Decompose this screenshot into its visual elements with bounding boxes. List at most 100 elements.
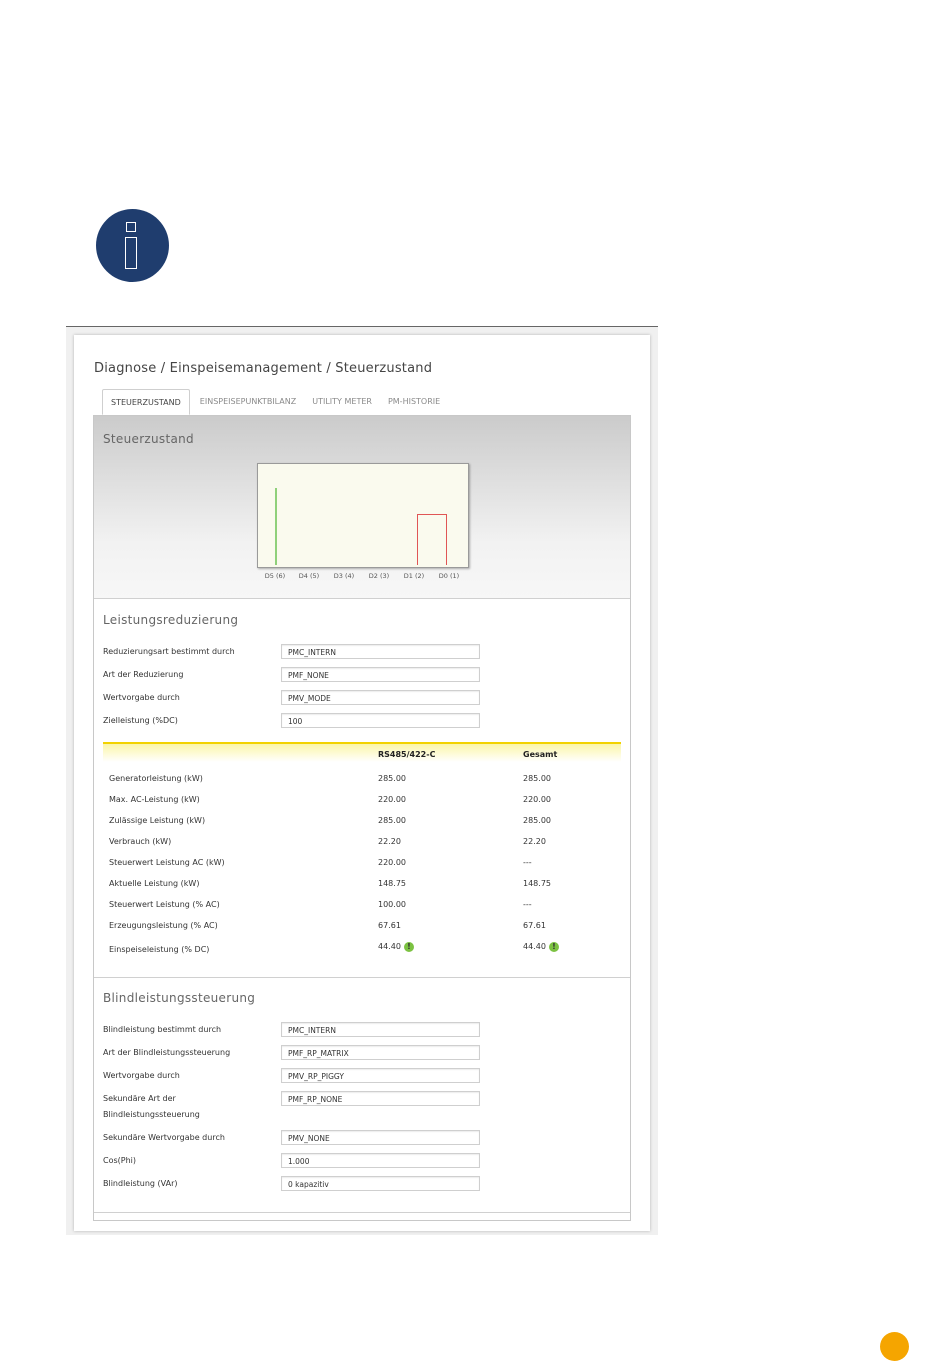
cell-value: 44.40 xyxy=(378,942,401,951)
section-title-blindleistungssteuerung: Blindleistungssteuerung xyxy=(103,991,256,1005)
field-label: Sekundäre Wertvorgabe durch xyxy=(103,1133,225,1142)
chart-bar-d5 xyxy=(275,488,277,565)
row-label: Generatorleistung (kW) xyxy=(109,774,203,783)
field-label: Art der Blindleistungssteuerung xyxy=(103,1048,231,1057)
table-row: Max. AC-Leistung (kW) 220.00 220.00 xyxy=(103,795,621,811)
art-der-reduzierung-field[interactable]: PMF_NONE xyxy=(281,667,480,682)
info-icon-bar xyxy=(125,237,137,269)
cell-value: 67.61 xyxy=(523,921,546,930)
wertvorgabe-blind-field[interactable]: PMV_RP_PIGGY xyxy=(281,1068,480,1083)
table-row: Einspeiseleistung (% DC) 44.40! 44.40! xyxy=(103,942,621,958)
cell-value-with-status: 44.40! xyxy=(378,942,414,952)
blindleistung-bestimmt-field[interactable]: PMC_INTERN xyxy=(281,1022,480,1037)
sekundaere-art-field[interactable]: PMF_RP_NONE xyxy=(281,1091,480,1106)
section-title-leistungsreduzierung: Leistungsreduzierung xyxy=(103,613,239,627)
wertvorgabe-field[interactable]: PMV_MODE xyxy=(281,690,480,705)
x-tick-label: D5 (6) xyxy=(264,572,286,580)
cell-value: 148.75 xyxy=(378,879,406,888)
reduction-row: Wertvorgabe durch PMV_MODE xyxy=(103,690,623,707)
cell-value: 100.00 xyxy=(378,900,406,909)
reactive-row: Wertvorgabe durch PMV_RP_PIGGY xyxy=(103,1068,623,1085)
tab-einspeisepunktbilanz[interactable]: EINSPEISEPUNKTBILANZ xyxy=(192,389,304,415)
art-blindleistungssteuerung-field[interactable]: PMF_RP_MATRIX xyxy=(281,1045,480,1060)
chart-bar-d1-d0 xyxy=(417,514,447,565)
cell-value: 220.00 xyxy=(378,795,406,804)
reactive-row: Art der Blindleistungssteuerung PMF_RP_M… xyxy=(103,1045,623,1062)
row-label: Zulässige Leistung (kW) xyxy=(109,816,206,825)
row-label: Steuerwert Leistung AC (kW) xyxy=(109,858,225,867)
reduction-row: Art der Reduzierung PMF_NONE xyxy=(103,667,623,684)
reactive-row: Sekundäre Art der Blindleistungssteuerun… xyxy=(103,1091,623,1123)
x-tick-label: D0 (1) xyxy=(438,572,460,580)
cell-value: 44.40 xyxy=(523,942,546,951)
sekundaere-wertvorgabe-field[interactable]: PMV_NONE xyxy=(281,1130,480,1145)
tab-pm-historie[interactable]: PM-HISTORIE xyxy=(380,389,448,415)
status-ok-icon: ! xyxy=(548,942,559,952)
reactive-row: Cos(Phi) 1.000 xyxy=(103,1153,623,1170)
row-label: Verbrauch (kW) xyxy=(109,837,172,846)
table-row: Steuerwert Leistung AC (kW) 220.00 --- xyxy=(103,858,621,874)
tab-utility-meter[interactable]: UTILITY METER xyxy=(304,389,380,415)
cell-value: 285.00 xyxy=(523,816,551,825)
cell-value: 220.00 xyxy=(378,858,406,867)
tab-steuerzustand[interactable]: STEUERZUSTAND xyxy=(102,389,190,415)
x-tick-label: D1 (2) xyxy=(403,572,425,580)
breadcrumb: Diagnose / Einspeisemanagement / Steuerz… xyxy=(94,361,433,376)
x-tick-label: D4 (5) xyxy=(298,572,320,580)
cell-value: 67.61 xyxy=(378,921,401,930)
cos-phi-field[interactable]: 1.000 xyxy=(281,1153,480,1168)
table-row: Verbrauch (kW) 22.20 22.20 xyxy=(103,837,621,853)
cell-value: 22.20 xyxy=(378,837,401,846)
table-row: Zulässige Leistung (kW) 285.00 285.00 xyxy=(103,816,621,832)
cell-value: 148.75 xyxy=(523,879,551,888)
section-title-steuerzustand: Steuerzustand xyxy=(103,432,194,446)
steuerzustand-section: Steuerzustand D5 (6) D4 (5) D3 (4) D2 (3… xyxy=(94,416,630,599)
cell-value: 285.00 xyxy=(523,774,551,783)
info-icon-dot xyxy=(126,222,136,232)
cell-value: 22.20 xyxy=(523,837,546,846)
row-label: Erzeugungsleistung (% AC) xyxy=(109,921,218,930)
table-header: RS485/422-C Gesamt xyxy=(103,742,621,762)
reduzierungsart-field[interactable]: PMC_INTERN xyxy=(281,644,480,659)
column-header-gesamt: Gesamt xyxy=(523,750,558,759)
page-marker-dot xyxy=(880,1332,909,1361)
field-label: Sekundäre Art der xyxy=(103,1094,176,1103)
reactive-row: Sekundäre Wertvorgabe durch PMV_NONE xyxy=(103,1130,623,1147)
row-label: Aktuelle Leistung (kW) xyxy=(109,879,200,888)
reactive-row: Blindleistung bestimmt durch PMC_INTERN xyxy=(103,1022,623,1039)
field-label: Wertvorgabe durch xyxy=(103,1071,180,1080)
app-panel: Diagnose / Einspeisemanagement / Steuerz… xyxy=(74,335,650,1231)
status-ok-icon: ! xyxy=(403,942,414,952)
reduction-row: Reduzierungsart bestimmt durch PMC_INTER… xyxy=(103,644,623,661)
row-label: Max. AC-Leistung (kW) xyxy=(109,795,200,804)
info-icon xyxy=(96,209,169,282)
x-tick-label: D2 (3) xyxy=(368,572,390,580)
field-label: Art der Reduzierung xyxy=(103,670,184,679)
section-divider xyxy=(94,977,630,978)
cell-value: --- xyxy=(523,858,532,867)
x-tick-label: D3 (4) xyxy=(333,572,355,580)
cell-value: 285.00 xyxy=(378,816,406,825)
tab-bar: STEUERZUSTAND EINSPEISEPUNKTBILANZ UTILI… xyxy=(102,389,448,415)
field-label-line2: Blindleistungssteuerung xyxy=(103,1110,200,1119)
reactive-row: Blindleistung (VAr) 0 kapazitiv xyxy=(103,1176,623,1193)
state-chart xyxy=(257,463,469,568)
column-header-rs485: RS485/422-C xyxy=(378,750,436,759)
field-label: Blindleistung (VAr) xyxy=(103,1179,178,1188)
section-divider xyxy=(94,1212,630,1213)
cell-value: --- xyxy=(523,900,532,909)
table-row: Generatorleistung (kW) 285.00 285.00 xyxy=(103,774,621,790)
field-label: Blindleistung bestimmt durch xyxy=(103,1025,222,1034)
table-row: Erzeugungsleistung (% AC) 67.61 67.61 xyxy=(103,921,621,937)
screenshot-frame: Diagnose / Einspeisemanagement / Steuerz… xyxy=(66,326,658,1235)
table-row: Steuerwert Leistung (% AC) 100.00 --- xyxy=(103,900,621,916)
field-label: Cos(Phi) xyxy=(103,1156,137,1165)
table-row: Aktuelle Leistung (kW) 148.75 148.75 xyxy=(103,879,621,895)
cell-value: 285.00 xyxy=(378,774,406,783)
reduction-row: Zielleistung (%DC) 100 xyxy=(103,713,623,730)
cell-value: 220.00 xyxy=(523,795,551,804)
row-label: Einspeiseleistung (% DC) xyxy=(109,945,210,954)
chart-x-axis: D5 (6) D4 (5) D3 (4) D2 (3) D1 (2) D0 (1… xyxy=(257,572,467,584)
blindleistung-var-field[interactable]: 0 kapazitiv xyxy=(281,1176,480,1191)
zielleistung-field[interactable]: 100 xyxy=(281,713,480,728)
